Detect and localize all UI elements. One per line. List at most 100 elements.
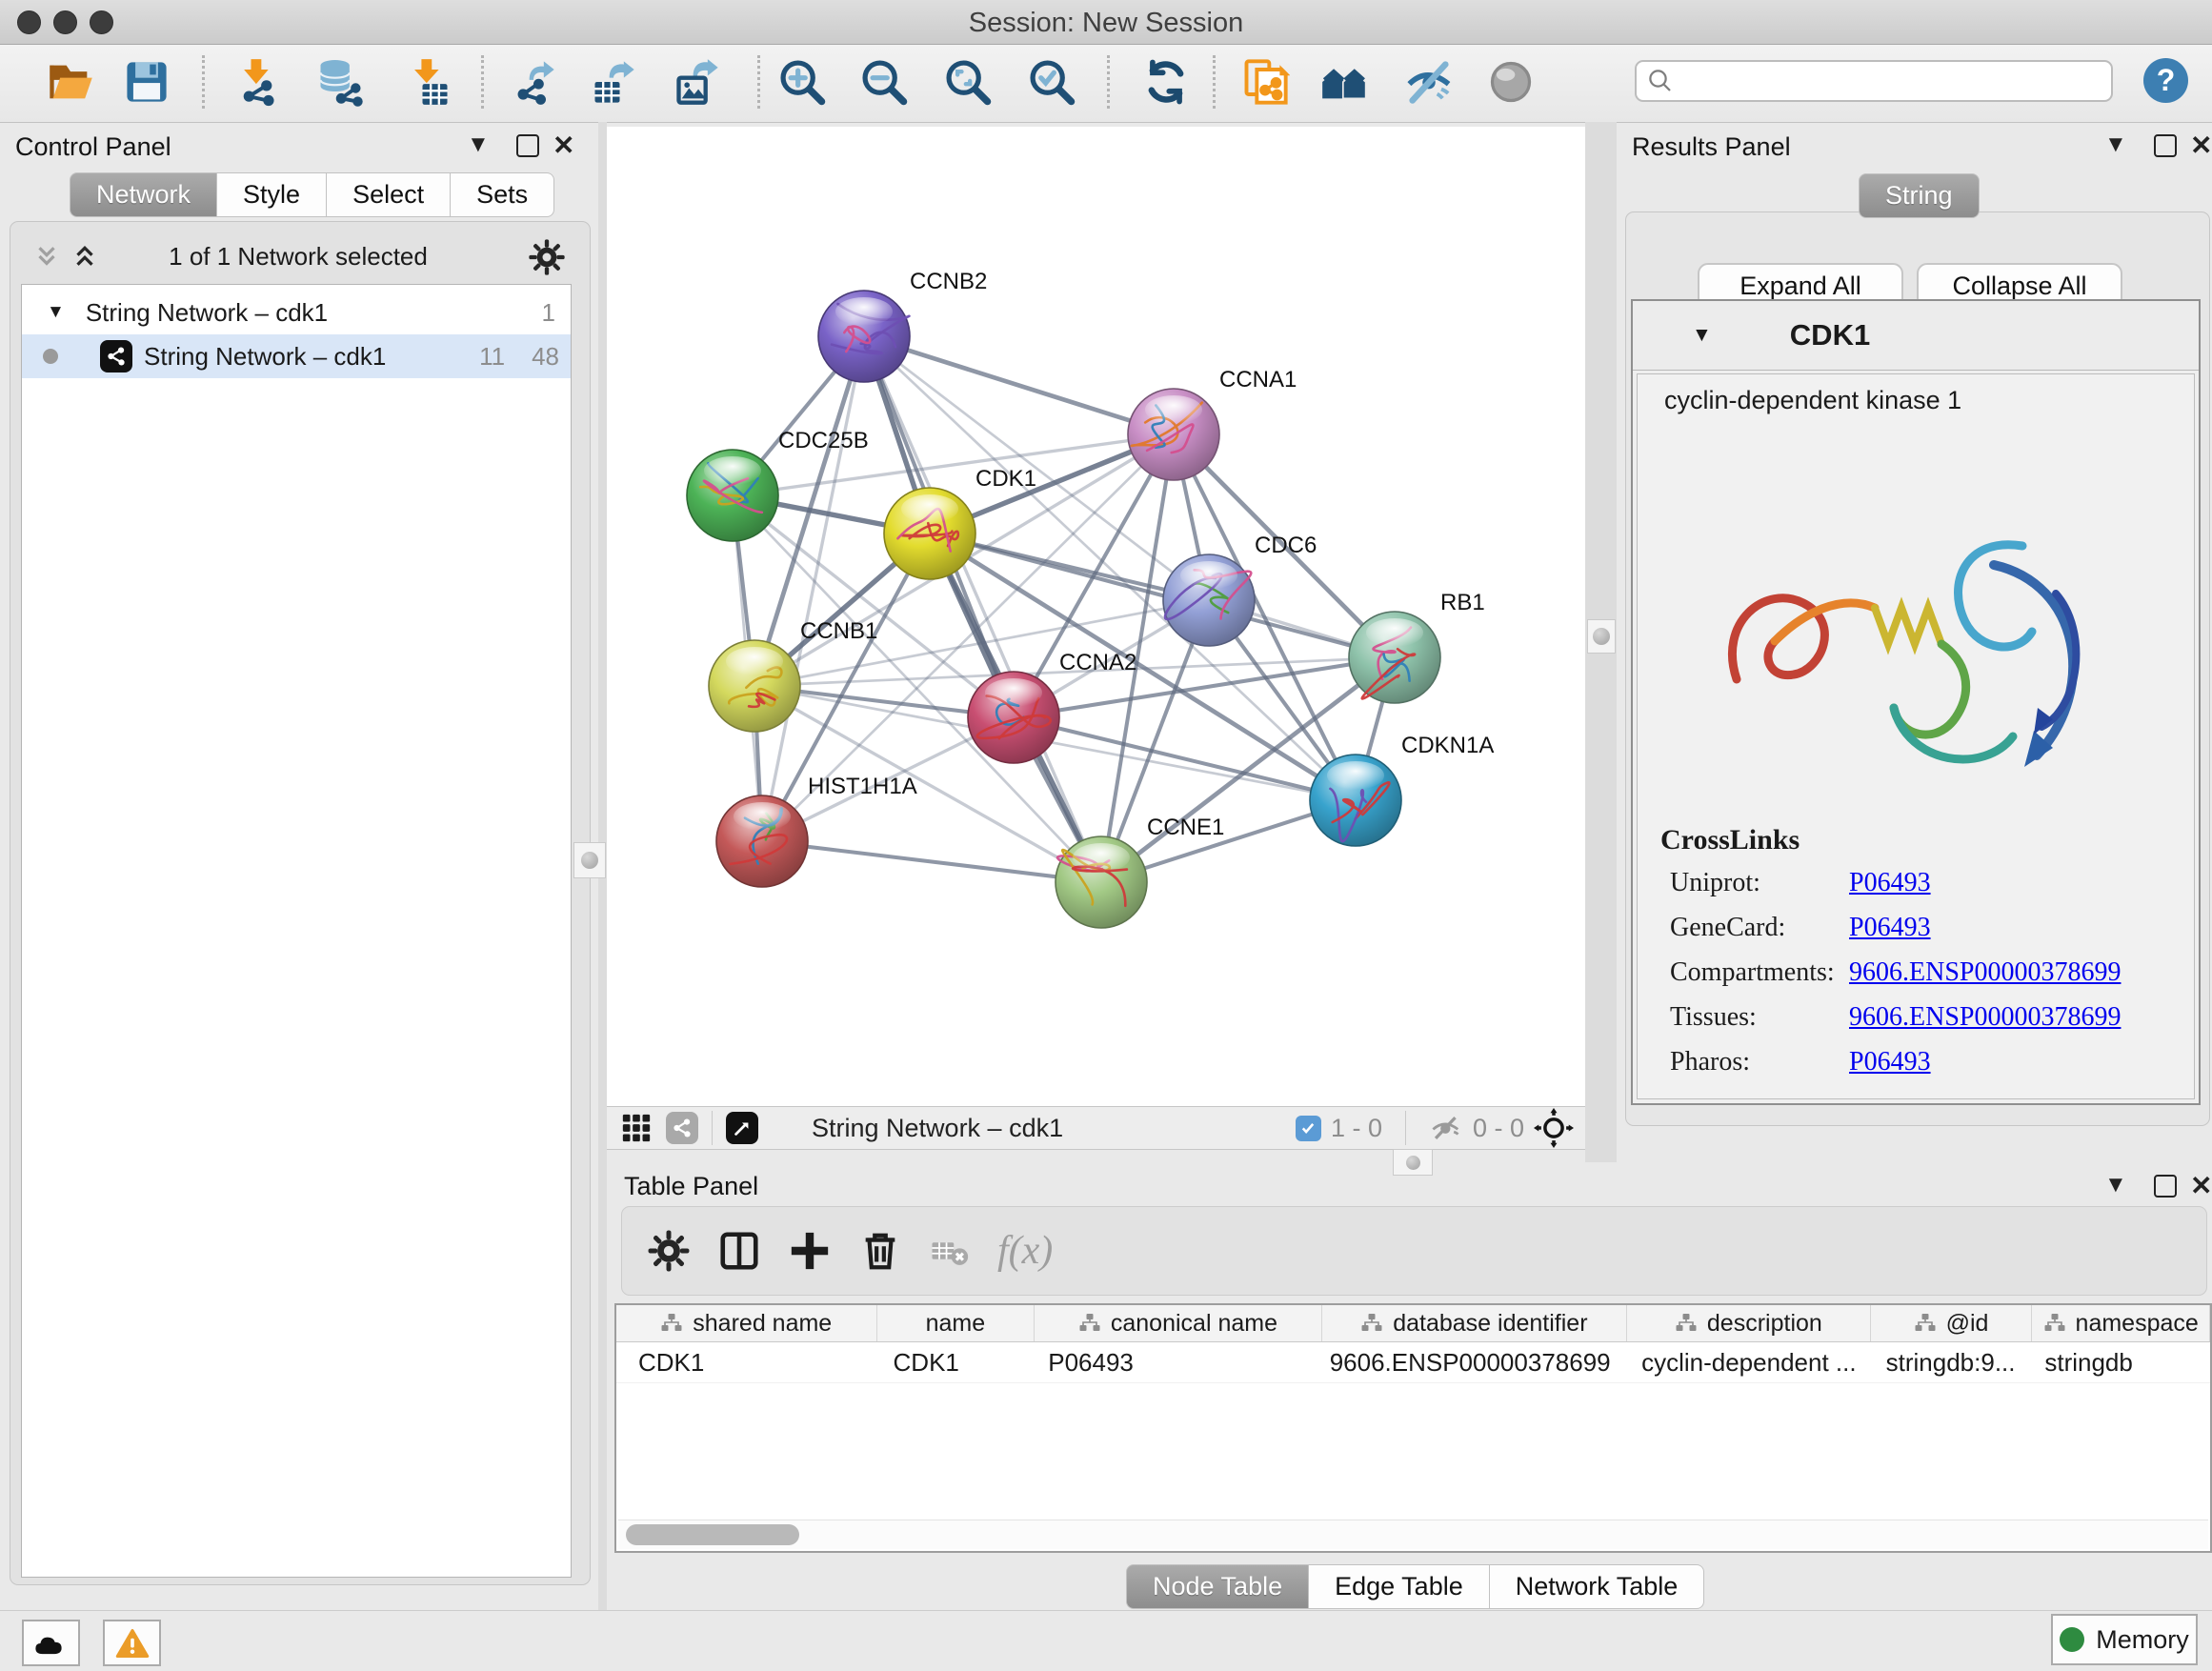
- warning-status-button[interactable]: [103, 1620, 161, 1666]
- network-node-cdc25b[interactable]: CDC25B: [687, 428, 869, 541]
- crosslink-link[interactable]: P06493: [1849, 913, 1931, 943]
- column-header-id[interactable]: @id: [1871, 1305, 2033, 1341]
- network-options-gear-icon[interactable]: [528, 238, 566, 276]
- right-splitter-grip[interactable]: [1587, 619, 1616, 654]
- network-node-cdk1[interactable]: CDK1: [884, 466, 1036, 579]
- control-panel-close-icon[interactable]: ✕: [553, 130, 574, 161]
- table-options-gear-icon[interactable]: [647, 1229, 691, 1273]
- protein-card-header[interactable]: ▼ CDK1: [1633, 301, 2199, 371]
- table-panel-menu-icon[interactable]: ▼: [2104, 1172, 2127, 1198]
- results-panel-menu-icon[interactable]: ▼: [2104, 131, 2127, 158]
- table-cell[interactable]: CDK1: [616, 1342, 877, 1382]
- hidden-eye-icon: [1429, 1114, 1463, 1142]
- network-canvas[interactable]: CCNB2CCNA1CDC25BCDK1CDC6RB1CCNB1CCNA2CDK…: [607, 127, 1585, 1106]
- control-panel-menu-icon[interactable]: ▼: [467, 131, 490, 158]
- node-label: CCNA2: [1059, 650, 1136, 675]
- import-network-database-icon[interactable]: [314, 57, 364, 107]
- column-header-database-identifier[interactable]: database identifier: [1322, 1305, 1627, 1341]
- table-cell[interactable]: stringdb:9...: [1871, 1342, 2033, 1382]
- table-cell[interactable]: P06493: [1035, 1342, 1321, 1382]
- hierarchy-icon: [1914, 1312, 1937, 1335]
- tab-style[interactable]: Style: [216, 172, 327, 217]
- crosslink-row: GeneCard:P06493: [1670, 913, 1931, 943]
- tab-network[interactable]: Network: [70, 172, 217, 217]
- import-network-file-icon[interactable]: [232, 57, 282, 107]
- grid-view-icon[interactable]: [620, 1112, 653, 1144]
- tab-select[interactable]: Select: [326, 172, 451, 217]
- save-session-icon[interactable]: [122, 57, 171, 107]
- tab-edge-table[interactable]: Edge Table: [1308, 1564, 1490, 1609]
- zoom-fit-icon[interactable]: [943, 57, 993, 107]
- network-node-ccna1[interactable]: CCNA1: [1128, 367, 1297, 480]
- node-label: CDKN1A: [1401, 733, 1494, 758]
- network-current-dot-icon: [43, 349, 58, 364]
- string-home-icon[interactable]: [1320, 57, 1370, 107]
- tab-sets[interactable]: Sets: [450, 172, 554, 217]
- network-node-hist1h1a[interactable]: HIST1H1A: [716, 774, 917, 887]
- export-table-icon[interactable]: [589, 57, 638, 107]
- zoom-out-icon[interactable]: [859, 57, 909, 107]
- table-row[interactable]: CDK1CDK1P064939606.ENSP00000378699cyclin…: [616, 1342, 2210, 1383]
- table-cell[interactable]: cyclin-dependent ...: [1627, 1342, 1871, 1382]
- table-cell[interactable]: CDK1: [877, 1342, 1036, 1382]
- export-network-icon[interactable]: [509, 57, 558, 107]
- network-node-cdkn1a[interactable]: CDKN1A: [1310, 733, 1494, 846]
- table-panel-close-icon[interactable]: ✕: [2190, 1170, 2212, 1201]
- crosslink-link[interactable]: P06493: [1849, 868, 1931, 898]
- memory-button[interactable]: Memory: [2051, 1614, 2198, 1665]
- string-network-graph[interactable]: CCNB2CCNA1CDC25BCDK1CDC6RB1CCNB1CCNA2CDK…: [607, 127, 1585, 1106]
- open-session-icon[interactable]: [46, 57, 95, 107]
- delete-column-icon[interactable]: [858, 1229, 902, 1273]
- results-panel-close-icon[interactable]: ✕: [2190, 130, 2212, 161]
- network-tree: ▼ String Network – cdk1 1 String Network…: [21, 284, 572, 1578]
- show-columns-icon[interactable]: [717, 1229, 761, 1273]
- network-node-rb1[interactable]: RB1: [1349, 590, 1485, 703]
- table-cell[interactable]: stringdb: [2032, 1342, 2210, 1382]
- show-eye-icon[interactable]: [1486, 57, 1536, 107]
- crosslink-link[interactable]: 9606.ENSP00000378699: [1849, 1002, 2121, 1033]
- zoom-in-icon[interactable]: [777, 57, 827, 107]
- tab-node-table[interactable]: Node Table: [1126, 1564, 1309, 1609]
- export-image-icon[interactable]: [673, 57, 722, 107]
- add-column-icon[interactable]: [788, 1229, 832, 1273]
- cloud-status-button[interactable]: [22, 1620, 80, 1666]
- table-panel-float-icon[interactable]: [2154, 1175, 2177, 1198]
- network-edge[interactable]: [864, 336, 1101, 882]
- selected-checkbox-icon[interactable]: [1296, 1116, 1321, 1141]
- column-header-name[interactable]: name: [877, 1305, 1036, 1341]
- import-table-file-icon[interactable]: [404, 57, 453, 107]
- crosslink-label: Pharos:: [1670, 1047, 1849, 1077]
- network-edge[interactable]: [762, 841, 1101, 882]
- crosslink-link[interactable]: P06493: [1849, 1047, 1931, 1077]
- network-edge[interactable]: [864, 336, 1174, 434]
- network-row[interactable]: String Network – cdk1 11 48: [22, 334, 571, 378]
- control-panel-float-icon[interactable]: [516, 134, 539, 157]
- help-button[interactable]: ?: [2143, 58, 2188, 103]
- column-header-namespace[interactable]: namespace: [2032, 1305, 2210, 1341]
- collapse-section-icon[interactable]: ▼: [1692, 324, 1712, 347]
- left-splitter-grip[interactable]: [573, 842, 606, 878]
- column-header-description[interactable]: description: [1627, 1305, 1871, 1341]
- hierarchy-icon: [1360, 1312, 1383, 1335]
- copy-string-network-icon[interactable]: [1240, 57, 1290, 107]
- network-collection-row[interactable]: ▼ String Network – cdk1 1: [22, 291, 571, 334]
- network-share-view-icon[interactable]: [666, 1112, 698, 1144]
- zoom-selected-icon[interactable]: [1027, 57, 1076, 107]
- scrollbar-thumb[interactable]: [626, 1524, 799, 1545]
- crosslink-link[interactable]: 9606.ENSP00000378699: [1849, 957, 2121, 988]
- protein-structure-image: [1679, 479, 2156, 841]
- column-header-shared-name[interactable]: shared name: [616, 1305, 877, 1341]
- pan-crosshair-icon[interactable]: [1534, 1108, 1574, 1148]
- tab-network-table[interactable]: Network Table: [1489, 1564, 1705, 1609]
- refresh-layout-icon[interactable]: [1141, 57, 1191, 107]
- results-panel-float-icon[interactable]: [2154, 134, 2177, 157]
- collection-expand-icon[interactable]: ▼: [47, 302, 65, 323]
- column-header-canonical-name[interactable]: canonical name: [1035, 1305, 1321, 1341]
- table-horizontal-scrollbar[interactable]: [618, 1520, 2208, 1549]
- birds-eye-view-icon[interactable]: [726, 1112, 758, 1144]
- tab-string[interactable]: String: [1859, 173, 1980, 218]
- toolbar-separator: [1107, 55, 1110, 109]
- hide-unhide-icon[interactable]: [1404, 57, 1454, 107]
- search-input[interactable]: [1635, 60, 2113, 102]
- table-cell[interactable]: 9606.ENSP00000378699: [1322, 1342, 1627, 1382]
